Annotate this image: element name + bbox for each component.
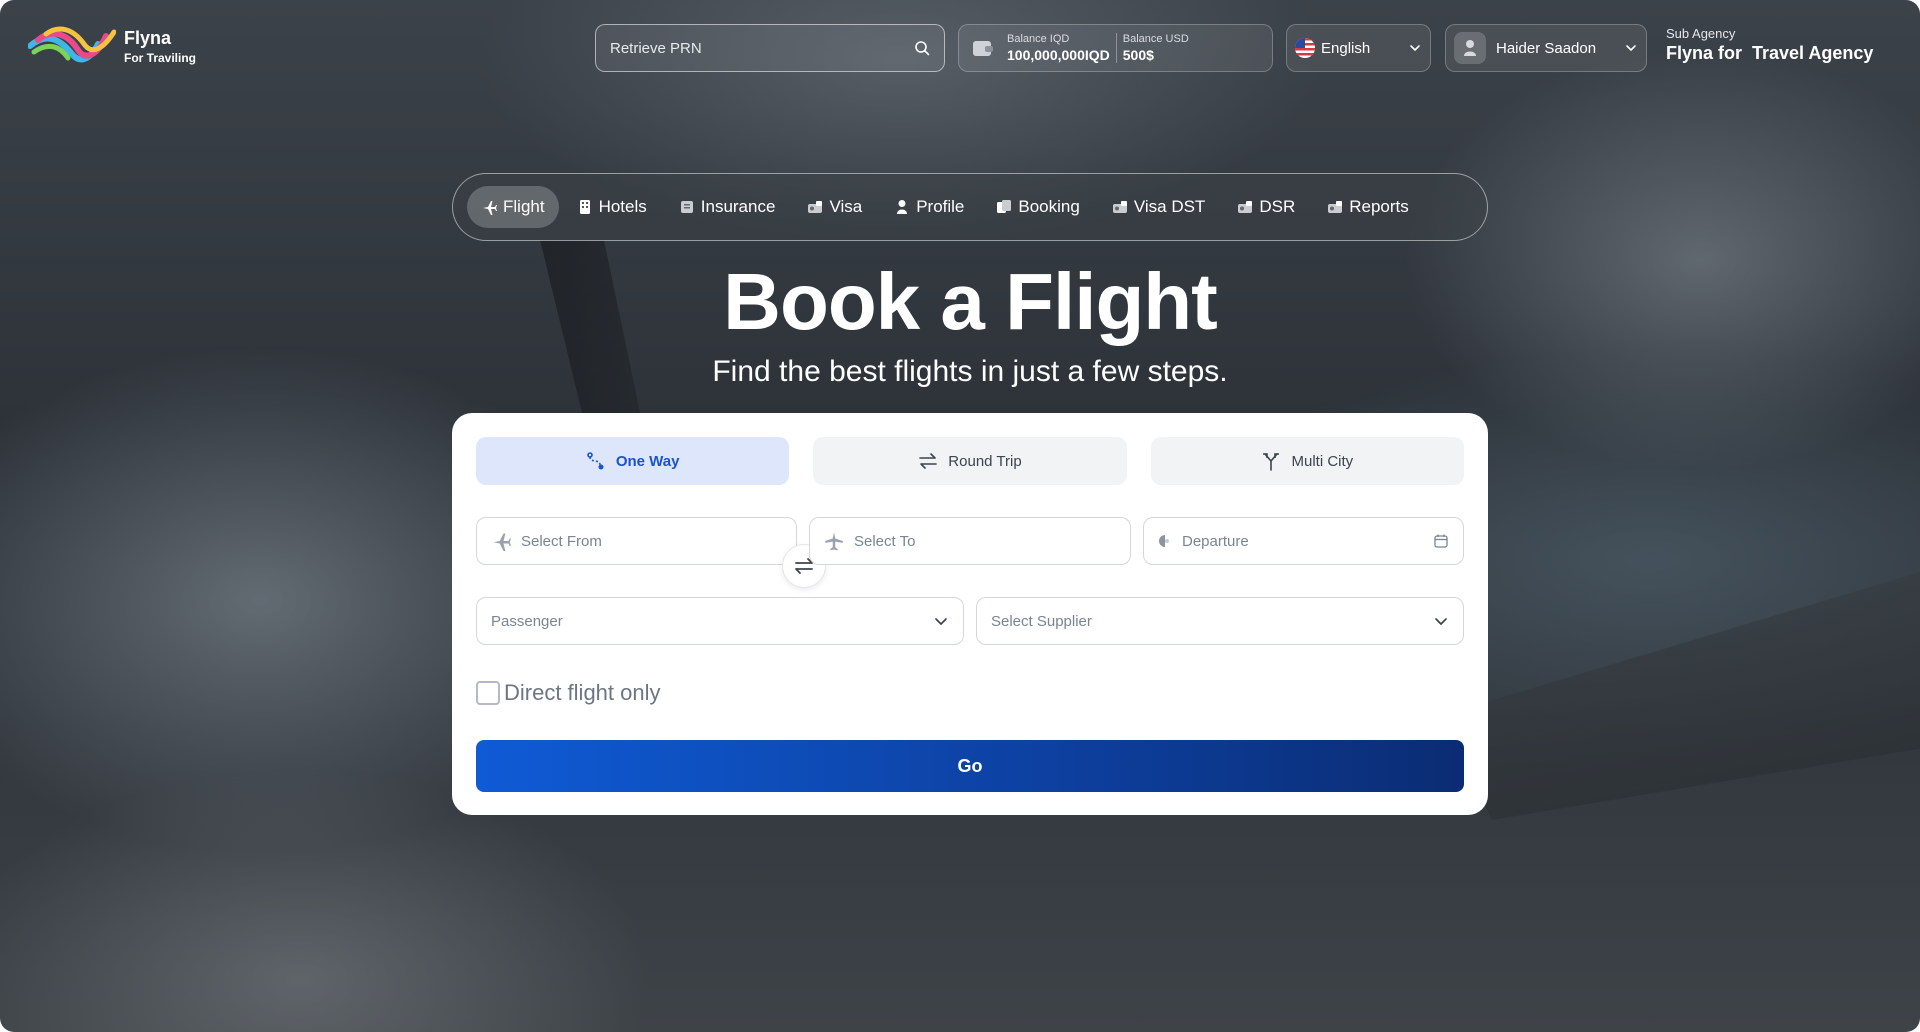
nav-label: DSR	[1259, 197, 1296, 216]
plane-icon	[483, 201, 497, 215]
chevron-down-icon	[935, 618, 947, 626]
landing-icon	[825, 532, 843, 551]
departure-field[interactable]: Departure	[1143, 517, 1464, 565]
flyna-logo-icon	[28, 26, 116, 63]
retrieve-prn-input[interactable]	[610, 39, 914, 57]
nav-item-visa[interactable]: Visa	[793, 186, 876, 228]
visa-dst-icon	[1112, 201, 1127, 213]
nav-item-dsr[interactable]: DSR	[1223, 186, 1309, 228]
balance-panel: Balance IQD 100,000,000IQD Balance USD 5…	[958, 24, 1273, 72]
user-menu[interactable]: Haider Saadon	[1445, 24, 1647, 72]
tab-label: Multi City	[1291, 452, 1354, 470]
passenger-placeholder: Passenger	[491, 612, 563, 630]
supplier-select[interactable]: Select Supplier	[976, 597, 1464, 645]
direct-flight-option[interactable]: Direct flight only	[476, 680, 661, 706]
main-nav: Flight Hotels Insurance Visa Profile Boo…	[452, 173, 1488, 241]
departure-icon	[1159, 535, 1169, 547]
chevron-down-icon	[1435, 618, 1447, 626]
nav-label: Hotels	[598, 197, 647, 216]
page-subtitle: Find the best flights in just a few step…	[712, 355, 1228, 388]
language-selector[interactable]: English	[1286, 24, 1431, 72]
one-way-route-icon	[587, 452, 604, 470]
round-trip-arrows-icon	[919, 453, 938, 469]
tab-label: One Way	[615, 452, 680, 470]
nav-item-profile[interactable]: Profile	[880, 186, 978, 228]
agency-label: Sub Agency	[1666, 26, 1736, 41]
multi-city-split-icon	[1263, 453, 1280, 471]
nav-item-hotels[interactable]: Hotels	[563, 186, 661, 228]
tab-round-trip[interactable]: Round Trip	[813, 437, 1127, 485]
hotel-icon	[579, 200, 590, 214]
supplier-placeholder: Select Supplier	[991, 612, 1092, 630]
page-title: Book a Flight	[723, 257, 1218, 346]
tab-one-way[interactable]: One Way	[476, 437, 790, 485]
nav-label: Visa	[829, 197, 863, 216]
direct-flight-label: Direct flight only	[504, 680, 661, 705]
search-icon[interactable]	[914, 40, 930, 56]
passenger-select[interactable]: Passenger	[476, 597, 964, 645]
balance-divider	[1115, 33, 1117, 63]
nav-label: Profile	[916, 197, 965, 216]
balance-usd-label: Balance USD	[1122, 33, 1189, 45]
visa-icon	[808, 201, 823, 213]
nav-item-reports[interactable]: Reports	[1313, 186, 1423, 228]
nav-label: Flight	[503, 197, 545, 216]
nav-label: Insurance	[700, 197, 776, 216]
retrieve-prn-search[interactable]	[595, 24, 945, 72]
nav-item-visa-dst[interactable]: Visa DST	[1098, 186, 1220, 228]
chevron-down-icon	[1410, 45, 1420, 52]
from-field[interactable]: Select From	[476, 517, 797, 565]
tab-label: Round Trip	[948, 452, 1022, 470]
go-button[interactable]: Go	[476, 740, 1464, 792]
nav-label: Visa DST	[1133, 197, 1206, 216]
airplane-wing-right	[1440, 560, 1920, 820]
wallet-icon	[973, 41, 993, 56]
flight-search-card: One Way Round Trip Multi City Select Fro…	[452, 413, 1488, 815]
to-field[interactable]: Select To	[809, 517, 1131, 565]
tab-multi-city[interactable]: Multi City	[1150, 437, 1464, 485]
brand-logo[interactable]: Flyna For Traviling	[28, 24, 196, 68]
user-icon	[1464, 40, 1476, 56]
from-placeholder: Select From	[521, 532, 602, 550]
brand-name: Flyna	[124, 27, 172, 48]
departure-placeholder: Departure	[1182, 532, 1249, 550]
balance-iqd-label: Balance IQD	[1007, 33, 1070, 45]
agency-info: Sub Agency Flyna for Travel Agency	[1666, 26, 1873, 64]
chevron-down-icon	[1626, 45, 1636, 52]
profile-icon	[897, 200, 908, 214]
nav-label: Booking	[1018, 197, 1080, 216]
balance-usd-value: 500$	[1122, 47, 1154, 63]
reports-icon	[1328, 201, 1343, 213]
brand-tagline: For Traviling	[124, 50, 197, 65]
nav-item-flight[interactable]: Flight	[467, 186, 559, 228]
takeoff-icon	[493, 533, 511, 551]
user-name: Haider Saadon	[1496, 39, 1597, 57]
booking-icon	[997, 200, 1012, 213]
agency-name: Flyna for Travel Agency	[1666, 43, 1874, 63]
insurance-icon	[680, 201, 693, 213]
calendar-icon[interactable]	[1433, 533, 1449, 549]
dsr-icon	[1238, 201, 1253, 213]
avatar	[1454, 32, 1486, 64]
nav-item-insurance[interactable]: Insurance	[665, 186, 790, 228]
nav-label: Reports	[1349, 197, 1409, 216]
to-placeholder: Select To	[854, 532, 916, 550]
us-flag-icon	[1295, 38, 1315, 58]
trip-type-tabs: One Way Round Trip Multi City	[476, 437, 1464, 485]
direct-flight-checkbox[interactable]	[476, 681, 500, 705]
balance-iqd-value: 100,000,000IQD	[1007, 47, 1110, 63]
background-clouds: Flyna For Traviling Balance IQD 100,000,…	[0, 0, 1920, 1032]
nav-item-booking[interactable]: Booking	[982, 186, 1093, 228]
language-label: English	[1321, 39, 1371, 57]
